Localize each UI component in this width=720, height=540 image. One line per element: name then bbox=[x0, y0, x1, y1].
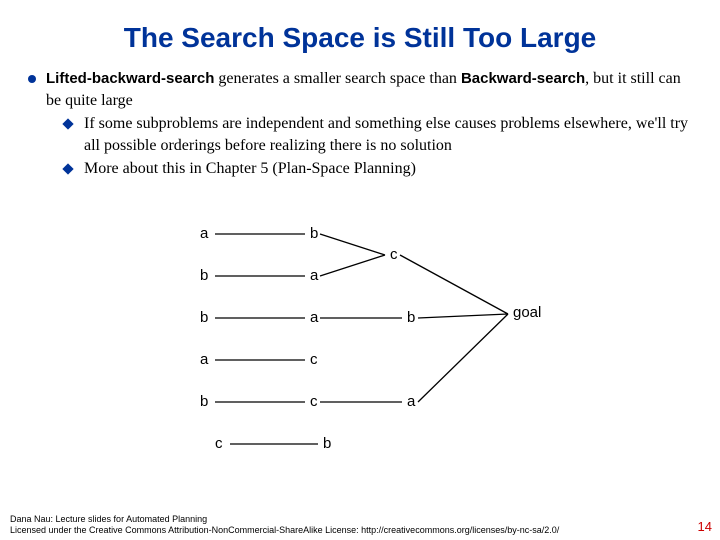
footer-line-2: Licensed under the Creative Commons Attr… bbox=[10, 525, 710, 536]
node-c: c bbox=[215, 435, 223, 452]
goal-label: goal bbox=[513, 304, 541, 321]
node-c: c bbox=[390, 246, 398, 263]
node-a: a bbox=[407, 393, 415, 410]
node-a: a bbox=[310, 267, 318, 284]
node-a: a bbox=[200, 351, 208, 368]
bullet-1: Lifted-backward-search generates a small… bbox=[28, 68, 694, 111]
node-a: a bbox=[200, 225, 208, 242]
diamond-icon bbox=[62, 164, 73, 175]
bullet-dot-icon bbox=[28, 75, 36, 83]
footer: Dana Nau: Lecture slides for Automated P… bbox=[10, 514, 710, 537]
subbullet-1-text: If some subproblems are independent and … bbox=[84, 113, 694, 156]
bullet-1-text: Lifted-backward-search generates a small… bbox=[46, 68, 694, 111]
footer-line-1: Dana Nau: Lecture slides for Automated P… bbox=[10, 514, 710, 525]
diamond-icon bbox=[62, 119, 73, 130]
node-c: c bbox=[310, 393, 318, 410]
subbullet-1: If some subproblems are independent and … bbox=[64, 113, 694, 156]
node-b: b bbox=[200, 267, 208, 284]
node-c: c bbox=[310, 351, 318, 368]
node-b: b bbox=[323, 435, 331, 452]
search-tree-diagram: a b c b a b a b goal a c b c a c b bbox=[190, 222, 610, 484]
bold-term-1: Lifted-backward-search bbox=[46, 70, 214, 87]
bold-term-2: Backward-search bbox=[461, 70, 585, 87]
node-b: b bbox=[200, 309, 208, 326]
subbullet-2-text: More about this in Chapter 5 (Plan-Space… bbox=[84, 158, 416, 180]
node-b: b bbox=[407, 309, 415, 326]
slide-title: The Search Space is Still Too Large bbox=[0, 0, 720, 68]
page-number: 14 bbox=[698, 519, 712, 534]
node-b: b bbox=[200, 393, 208, 410]
subbullet-2: More about this in Chapter 5 (Plan-Space… bbox=[64, 158, 694, 180]
node-a: a bbox=[310, 309, 318, 326]
node-b: b bbox=[310, 225, 318, 242]
